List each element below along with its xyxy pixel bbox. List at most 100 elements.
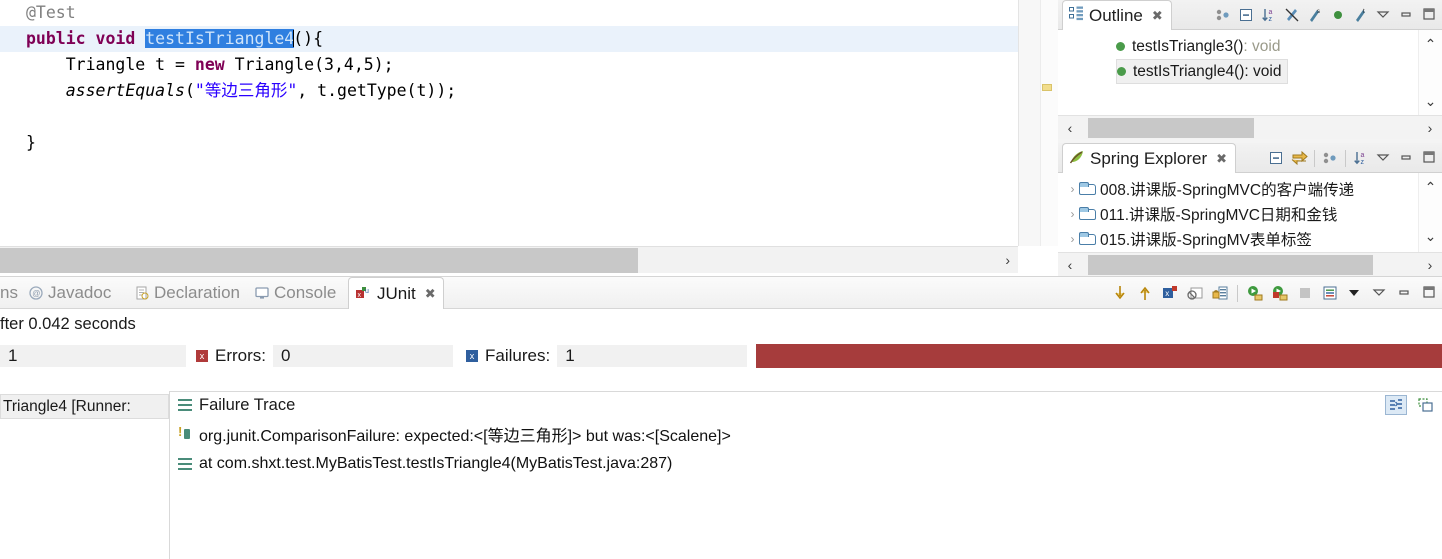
failures-value: 1 (557, 345, 748, 367)
link-with-editor-icon[interactable] (1291, 150, 1308, 166)
outline-scroll-right-arrow[interactable]: › (1418, 120, 1442, 136)
junit-test-tree[interactable]: Triangle4 [Runner: (0, 391, 170, 559)
hide-fields-icon[interactable] (1284, 7, 1300, 23)
chevron-right-icon[interactable]: › (1066, 207, 1079, 221)
copy-trace-icon[interactable] (1414, 395, 1436, 415)
outline-tree[interactable]: testIsTriangle3() : void testIsTriangle4(… (1058, 30, 1442, 115)
spring-scroll-right-arrow[interactable]: › (1418, 257, 1442, 273)
rerun-test-icon[interactable] (1247, 285, 1263, 301)
spring-scroll-up-arrow[interactable]: ⌃ (1419, 179, 1442, 196)
keyword-token: public (26, 29, 86, 48)
code-line[interactable]: @Test (0, 0, 1018, 26)
keyword-token: void (95, 29, 136, 48)
editor-horizontal-scroll-thumb[interactable] (0, 248, 638, 273)
sort-alphabetically-icon[interactable]: a z (1353, 150, 1369, 166)
svg-text:u: u (365, 288, 369, 295)
code-line[interactable]: assertEquals("等边三角形", t.getType(t)); (0, 78, 1018, 104)
spring-explorer-item[interactable]: › 008.讲课版-SpringMVC的客户端传递 (1066, 176, 1442, 201)
hide-static-icon[interactable]: s (1307, 7, 1323, 23)
outline-scroll-left-arrow[interactable]: ‹ (1058, 120, 1082, 136)
outline-hscroll-thumb[interactable] (1088, 117, 1254, 138)
spring-scroll-down-arrow[interactable]: ⌄ (1419, 228, 1442, 245)
stop-run-icon[interactable] (1297, 285, 1313, 301)
junit-progress-bar (756, 344, 1442, 368)
filter-icon[interactable] (1322, 150, 1338, 166)
editor-overview-warning-marker[interactable] (1042, 84, 1052, 91)
previous-failure-icon[interactable] (1137, 285, 1153, 301)
collapse-hierarchy-icon[interactable] (1215, 7, 1231, 23)
code-lines[interactable]: @Test public void testIsTriangle4(){ Tria… (0, 0, 1018, 156)
collapse-all-icon[interactable] (1268, 150, 1284, 166)
spring-explorer-tree[interactable]: › 008.讲课版-SpringMVC的客户端传递 › 011.讲课版-SpringM… (1058, 173, 1442, 252)
outline-item[interactable]: testIsTriangle3() : void (1116, 34, 1286, 59)
close-icon[interactable]: ✖ (1152, 8, 1163, 24)
spring-hscroll-track[interactable] (1082, 254, 1418, 276)
svg-text:@: @ (32, 289, 40, 298)
code-line[interactable] (0, 104, 1018, 130)
editor-scroll-right-arrow[interactable]: › (1005, 247, 1010, 274)
java-source-editor[interactable]: @Test public void testIsTriangle4(){ Tria… (0, 0, 1018, 240)
failure-trace-row[interactable]: org.junit.ComparisonFailure: expected:<[… (170, 419, 1442, 449)
rerun-failed-icon[interactable] (1272, 285, 1288, 301)
outline-scroll-up-arrow[interactable]: ⌃ (1419, 36, 1442, 53)
outline-item[interactable]: testIsTriangle4() : void (1116, 59, 1289, 84)
code-line[interactable]: public void testIsTriangle4(){ (0, 26, 1018, 52)
spring-explorer-toolbar: a z (1268, 143, 1438, 173)
spring-explorer-item[interactable]: › 015.讲课版-SpringMV表单标签 (1066, 226, 1442, 251)
sort-alphabetically-icon[interactable]: a z (1261, 7, 1277, 23)
outline-vertical-scrollbar[interactable]: ⌃ ⌄ (1418, 30, 1442, 115)
maximize-icon[interactable] (1422, 7, 1438, 23)
tab-outline[interactable]: Outline ✖ (1062, 0, 1172, 30)
tab-javadoc[interactable]: @ Javadoc (22, 277, 118, 309)
outline-scroll-down-arrow[interactable]: ⌄ (1419, 93, 1442, 110)
maximize-icon[interactable] (1422, 150, 1438, 166)
failure-trace-pane[interactable]: Failure Trace org.junit.ComparisonFailur… (170, 391, 1442, 559)
minimize-icon[interactable] (1399, 7, 1415, 23)
error-icon: x (196, 350, 208, 362)
view-menu-icon[interactable] (1376, 7, 1392, 23)
code-line[interactable]: } (0, 130, 1018, 156)
code-line[interactable]: Triangle t = new Triangle(3,4,5); (0, 52, 1018, 78)
junit-test-tree-row[interactable]: Triangle4 [Runner: (0, 394, 169, 419)
view-menu-icon[interactable] (1372, 285, 1388, 301)
editor-overview-ruler[interactable] (1040, 0, 1058, 246)
spring-scroll-left-arrow[interactable]: ‹ (1058, 257, 1082, 273)
outline-horizontal-scrollbar[interactable]: ‹ › (1058, 115, 1442, 139)
view-menu-dropdown-icon[interactable] (1347, 285, 1363, 301)
failure-trace-rows[interactable]: org.junit.ComparisonFailure: expected:<[… (170, 419, 1442, 479)
hide-nonpublic-icon[interactable] (1330, 7, 1346, 23)
view-menu-icon[interactable] (1376, 150, 1392, 166)
spring-explorer-item[interactable]: › 011.讲课版-SpringMVC日期和金钱 (1066, 201, 1442, 226)
tab-spring-explorer[interactable]: Spring Explorer ✖ (1062, 143, 1237, 173)
outline-hscroll-track[interactable] (1082, 117, 1418, 139)
spring-hscroll-thumb[interactable] (1088, 254, 1373, 275)
maximize-icon[interactable] (1422, 285, 1438, 301)
next-failure-icon[interactable] (1112, 285, 1128, 301)
pane-divider (170, 391, 1442, 392)
tab-outline-label: Outline (1089, 5, 1143, 25)
lock-history-icon[interactable] (1212, 285, 1228, 301)
collapse-all-icon[interactable] (1238, 7, 1254, 23)
minimize-icon[interactable] (1399, 150, 1415, 166)
hide-local-types-icon[interactable]: t (1353, 7, 1369, 23)
spring-vertical-scrollbar[interactable]: ⌃ ⌄ (1418, 173, 1442, 252)
chevron-right-icon[interactable]: › (1066, 182, 1079, 196)
outline-item-return-type: : void (1243, 37, 1281, 55)
editor-horizontal-scrollbar[interactable]: › (0, 246, 1018, 273)
tab-junit[interactable]: x u JUnit ✖ (348, 277, 444, 309)
failure-trace-row[interactable]: at com.shxt.test.MyBatisTest.testIsTrian… (170, 449, 1442, 479)
close-icon[interactable]: ✖ (425, 286, 436, 302)
svg-text:z: z (1361, 159, 1365, 166)
chevron-right-icon[interactable]: › (1066, 232, 1079, 246)
stop-icon[interactable] (1187, 285, 1203, 301)
tab-console[interactable]: Console (248, 277, 343, 309)
editor-vertical-scrollbar[interactable]: ⌄ (1018, 0, 1040, 246)
folder-icon (1079, 207, 1096, 220)
test-history-icon[interactable] (1322, 285, 1338, 301)
compare-results-icon[interactable] (1385, 395, 1407, 415)
minimize-icon[interactable] (1397, 285, 1413, 301)
show-failures-only-icon[interactable]: x (1162, 285, 1178, 301)
spring-horizontal-scrollbar[interactable]: ‹ › (1058, 252, 1442, 276)
tab-declaration[interactable]: Declaration (128, 277, 247, 309)
close-icon[interactable]: ✖ (1216, 151, 1227, 167)
